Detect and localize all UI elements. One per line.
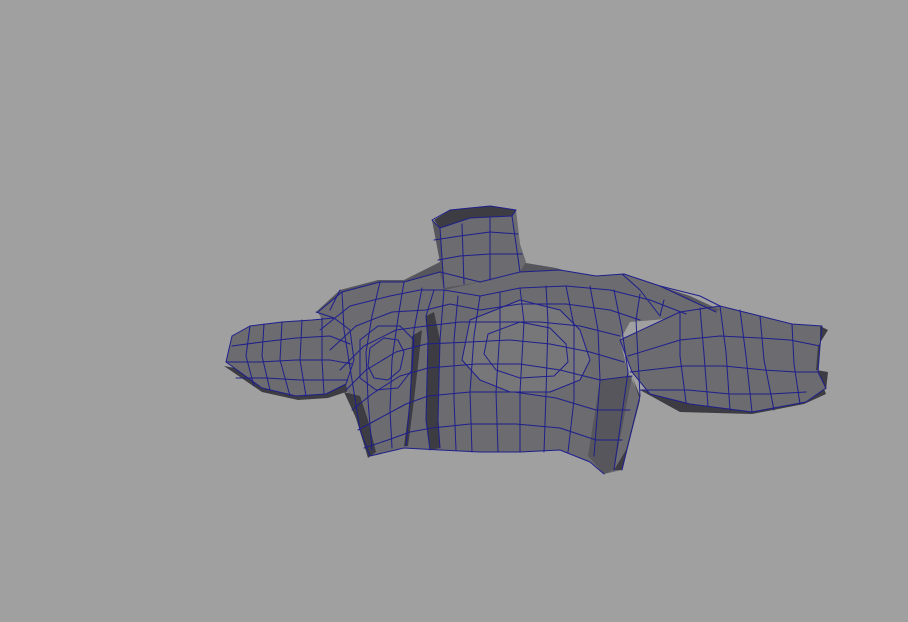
sternum-gap: [426, 312, 440, 450]
torso-mesh-render[interactable]: [0, 0, 908, 622]
right-arm: [620, 306, 826, 412]
3d-viewport[interactable]: [0, 0, 908, 622]
